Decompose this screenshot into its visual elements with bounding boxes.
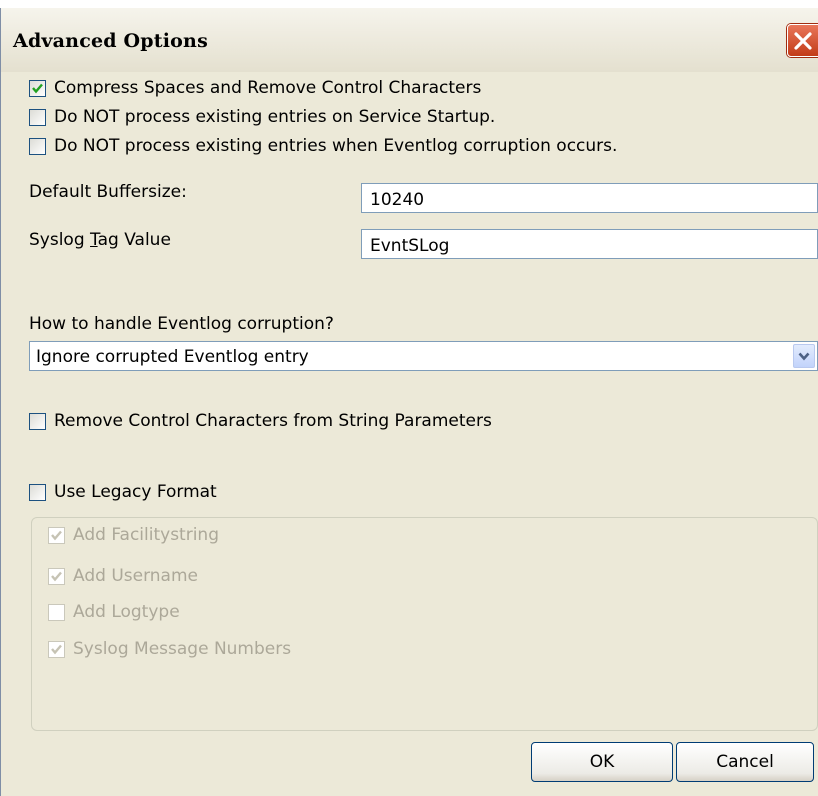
checkbox-label: Do NOT process existing entries on Servi…: [54, 107, 496, 127]
add-facilitystring-checkbox[interactable]: Add Facilitystring: [48, 524, 219, 546]
use-legacy-format-checkbox[interactable]: Use Legacy Format: [29, 481, 217, 503]
checkmark-icon: [51, 571, 62, 581]
checkbox-box[interactable]: [29, 108, 46, 126]
syslog-tag-input[interactable]: EvntSLog: [361, 229, 818, 259]
buffersize-label: Default Buffersize:: [29, 182, 187, 202]
advanced-options-dialog: Advanced Options Compress Spaces and Rem…: [0, 8, 818, 796]
add-logtype-checkbox[interactable]: Add Logtype: [48, 601, 180, 623]
checkbox-label: Compress Spaces and Remove Control Chara…: [54, 78, 482, 98]
checkbox-label: Add Logtype: [73, 602, 180, 622]
chevron-down-icon: [798, 352, 810, 361]
syslog-tag-label: Syslog Tag Value: [29, 230, 171, 250]
corruption-selected-value: Ignore corrupted Eventlog entry: [36, 347, 309, 367]
checkbox-box[interactable]: [29, 79, 46, 97]
corruption-select[interactable]: Ignore corrupted Eventlog entry: [29, 341, 818, 371]
add-username-checkbox[interactable]: Add Username: [48, 565, 198, 587]
checkbox-box[interactable]: [29, 137, 46, 155]
ok-button[interactable]: OK: [531, 742, 673, 782]
checkbox-label: Add Facilitystring: [73, 525, 219, 545]
close-x-icon: [794, 32, 812, 50]
dialog-title: Advanced Options: [13, 30, 208, 52]
compress-spaces-checkbox[interactable]: Compress Spaces and Remove Control Chara…: [29, 77, 481, 99]
buffersize-input[interactable]: 10240: [361, 183, 818, 213]
checkbox-box[interactable]: [48, 526, 65, 544]
checkbox-box[interactable]: [48, 603, 65, 621]
title-bar[interactable]: Advanced Options: [1, 8, 818, 72]
corruption-label: How to handle Eventlog corruption?: [29, 314, 334, 334]
checkbox-label: Add Username: [73, 566, 198, 586]
checkbox-box[interactable]: [29, 483, 46, 501]
dropdown-button[interactable]: [793, 344, 815, 368]
checkbox-label: Remove Control Characters from String Pa…: [54, 411, 492, 431]
checkbox-box[interactable]: [29, 412, 46, 430]
checkmark-icon: [32, 83, 43, 93]
checkbox-box[interactable]: [48, 640, 65, 658]
checkbox-box[interactable]: [48, 567, 65, 585]
checkmark-icon: [51, 530, 62, 540]
checkmark-icon: [51, 644, 62, 654]
syslog-message-numbers-checkbox[interactable]: Syslog Message Numbers: [48, 638, 291, 660]
no-process-startup-checkbox[interactable]: Do NOT process existing entries on Servi…: [29, 106, 495, 128]
checkbox-label: Use Legacy Format: [54, 482, 217, 502]
no-process-corruption-checkbox[interactable]: Do NOT process existing entries when Eve…: [29, 135, 617, 157]
close-button[interactable]: [787, 24, 818, 57]
remove-control-chars-checkbox[interactable]: Remove Control Characters from String Pa…: [29, 410, 492, 432]
checkbox-label: Do NOT process existing entries when Eve…: [54, 136, 618, 156]
legacy-options-group: [31, 517, 818, 731]
cancel-button[interactable]: Cancel: [676, 742, 814, 782]
checkbox-label: Syslog Message Numbers: [73, 639, 292, 659]
